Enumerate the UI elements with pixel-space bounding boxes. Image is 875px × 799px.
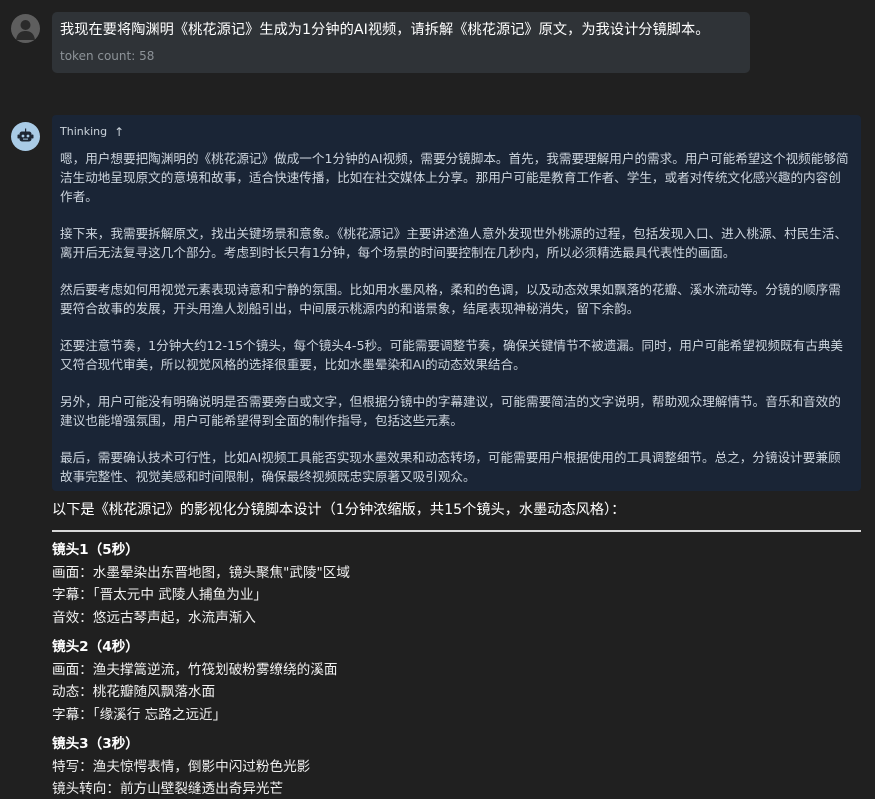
arrow-up-icon[interactable]: ↑ [114,125,124,139]
user-silhouette-icon [16,20,35,40]
shot-line: 特写：渔夫惊愕表情，倒影中闪过粉色光影 [52,758,311,775]
thinking-paragraph: 另外，用户可能没有明确说明是否需要旁白或文字，但根据分镜中的字幕建议，可能需要简… [60,394,841,428]
thinking-paragraph: 嗯，用户想要把陶渊明的《桃花源记》做成一个1分钟的AI视频，需要分镜脚本。首先，… [60,151,849,204]
thinking-panel: Thinking ↑ 嗯，用户想要把陶渊明的《桃花源记》做成一个1分钟的AI视频… [52,115,861,491]
thinking-paragraph: 最后，需要确认技术可行性，比如AI视频工具能否实现水墨效果和动态转场，可能需要用… [60,450,841,484]
token-count: token count: 58 [60,49,155,63]
shot-line: 动态：桃花瓣随风飘落水面 [52,684,216,700]
user-message-text: 我现在要将陶渊明《桃花源记》生成为1分钟的AI视频，请拆解《桃花源记》原文，为我… [60,22,710,38]
user-message-bubble: 我现在要将陶渊明《桃花源记》生成为1分钟的AI视频，请拆解《桃花源记》原文，为我… [52,12,750,73]
shot-title: 镜头2（4秒） [52,639,139,655]
shot-title: 镜头3（3秒） [52,736,139,752]
shot-item: 镜头2（4秒） 画面：渔夫撑篙逆流，竹筏划破粉雾缭绕的溪面 动态：桃花瓣随风飘落… [52,636,861,726]
thinking-content: 嗯，用户想要把陶渊明的《桃花源记》做成一个1分钟的AI视频，需要分镜脚本。首先，… [60,149,853,486]
thinking-label: Thinking [60,125,108,138]
user-avatar [11,14,40,43]
shot-line: 画面：渔夫撑篙逆流，竹筏划破粉雾缭绕的溪面 [52,661,338,678]
shot-item: 镜头1（5秒） 画面：水墨晕染出东晋地图，镜头聚焦"武陵"区域 字幕：「晋太元中… [52,539,861,629]
shot-line: 字幕：「缘溪行 忘路之远近」 [52,706,227,723]
thinking-toggle[interactable]: Thinking ↑ [60,125,853,139]
divider [52,530,861,532]
shot-title: 镜头1（5秒） [52,542,139,558]
shot-line: 音效：悠远古琴声起，水流声渐入 [52,609,256,626]
shot-list: 镜头1（5秒） 画面：水墨晕染出东晋地图，镜头聚焦"武陵"区域 字幕：「晋太元中… [52,539,861,799]
shot-line: 画面：水墨晕染出东晋地图，镜头聚焦"武陵"区域 [52,564,350,581]
answer-intro: 以下是《桃花源记》的影视化分镜脚本设计（1分钟浓缩版，共15个镜头，水墨动态风格… [52,502,626,518]
shot-line: 字幕：「晋太元中 武陵人捕鱼为业」 [52,587,268,603]
robot-icon [17,128,34,142]
shot-line: 镜头转向：前方山壁裂缝透出奇异光芒 [52,781,284,797]
thinking-paragraph: 还要注意节奏，1分钟大约12-15个镜头，每个镜头4-5秒。可能需要调整节奏，确… [60,338,844,372]
shot-item: 镜头3（3秒） 特写：渔夫惊愕表情，倒影中闪过粉色光影 镜头转向：前方山壁裂缝透… [52,733,861,799]
assistant-avatar [11,122,40,151]
thinking-paragraph: 接下来，我需要拆解原文，找出关键场景和意象。《桃花源记》主要讲述渔人意外发现世外… [60,226,848,260]
thinking-paragraph: 然后要考虑如何用视觉元素表现诗意和宁静的氛围。比如用水墨风格，柔和的色调，以及动… [60,282,841,316]
chat-page: 我现在要将陶渊明《桃花源记》生成为1分钟的AI视频，请拆解《桃花源记》原文，为我… [0,0,875,799]
